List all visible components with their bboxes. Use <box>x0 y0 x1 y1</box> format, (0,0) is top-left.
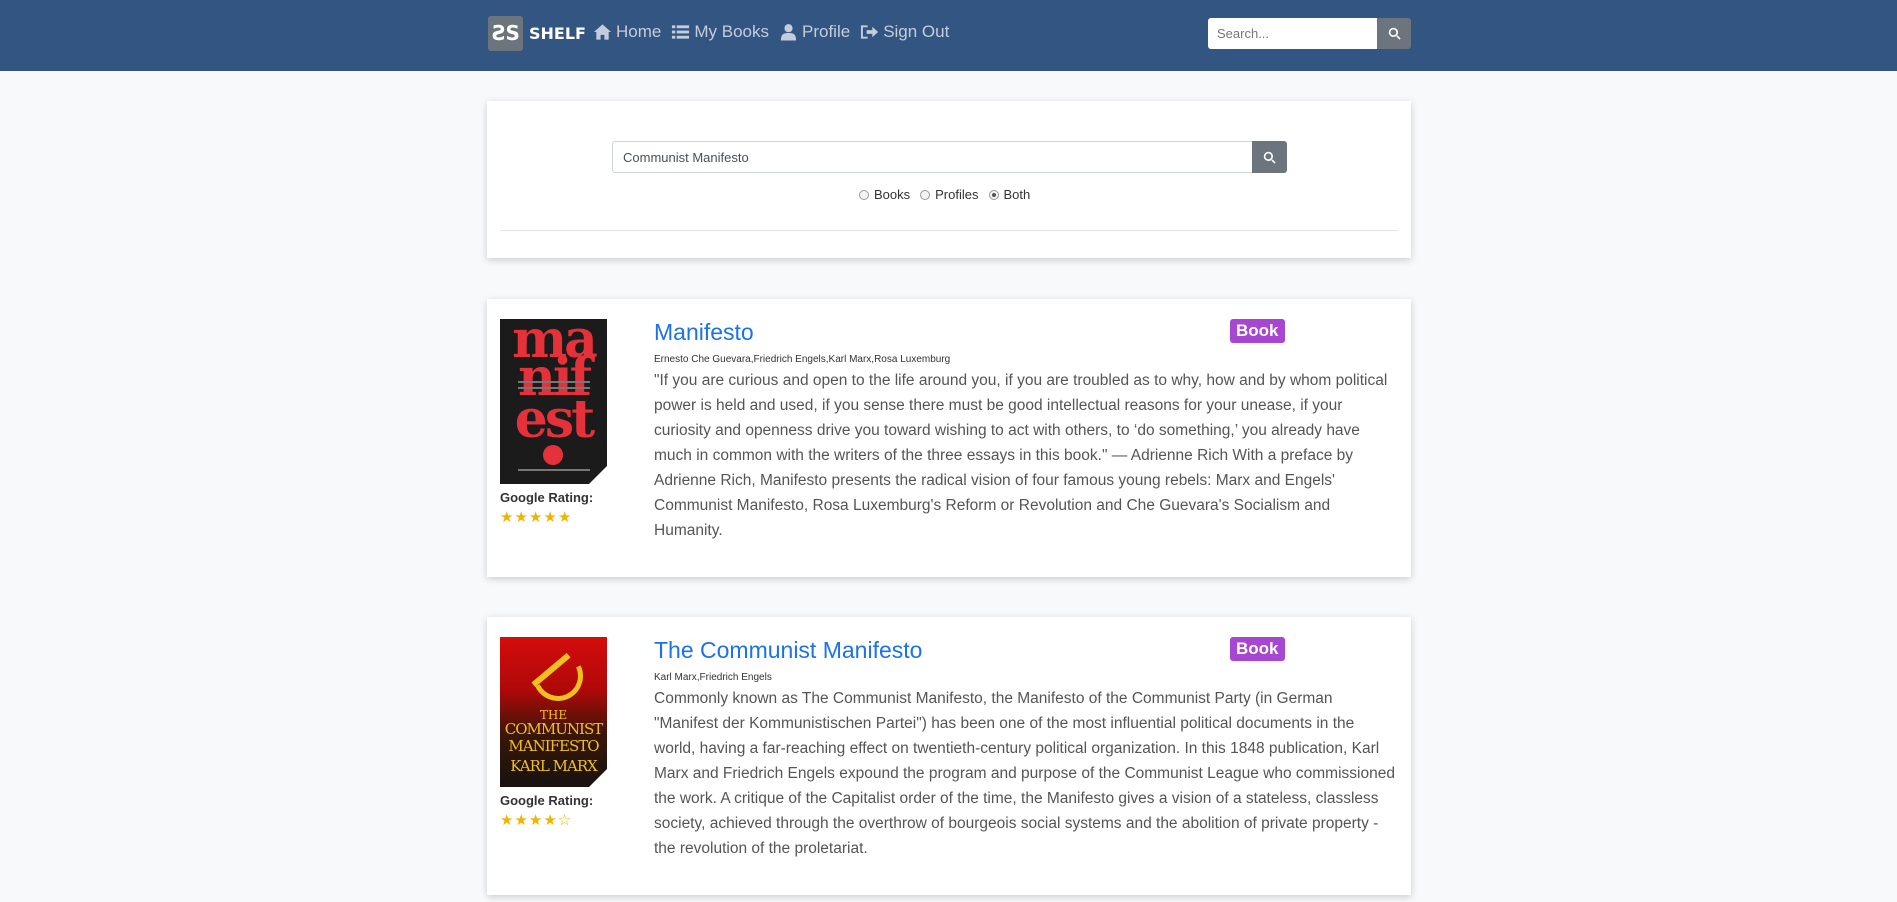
nav-my-books-link[interactable]: My Books <box>671 22 769 42</box>
nav-search-input[interactable] <box>1208 18 1377 49</box>
nav-search-button[interactable] <box>1377 18 1411 49</box>
star-filled-icon: ★ <box>514 812 529 829</box>
radio-profiles[interactable]: Profiles <box>920 187 979 202</box>
star-filled-icon: ★ <box>528 509 544 526</box>
book-authors: Ernesto Che Guevara,Friedrich Engels,Kar… <box>654 354 951 365</box>
radio-both[interactable]: Both <box>988 187 1031 202</box>
nav-links: Home My Books Profile Sign Out <box>593 22 949 42</box>
cover-text-decoration <box>518 381 590 383</box>
divider <box>500 230 1398 231</box>
star-filled-icon: ★ <box>500 509 515 526</box>
page-curl-icon <box>589 769 607 787</box>
radio-button[interactable] <box>920 189 931 200</box>
rating-label: Google Rating: <box>500 490 594 505</box>
brand-logo[interactable]: ƧS <box>488 15 523 51</box>
star-empty-icon: ☆ <box>557 812 573 829</box>
star-rating: ★★★★☆ <box>500 811 572 829</box>
nav-profile-label: Profile <box>802 22 851 41</box>
radio-books[interactable]: Books <box>859 187 910 202</box>
book-title-link[interactable]: The Communist Manifesto <box>654 637 922 664</box>
book-badge: Book <box>1230 637 1285 661</box>
nav-profile-link[interactable]: Profile <box>779 22 850 42</box>
nav-sign-out-label: Sign Out <box>883 22 950 41</box>
rating-label: Google Rating: <box>500 793 594 808</box>
search-type-options: Books Profiles Both <box>859 187 1030 202</box>
radio-profiles-label: Profiles <box>935 187 979 202</box>
brand[interactable]: ƧS SHELF <box>488 15 586 51</box>
main-search-button[interactable] <box>1252 141 1287 173</box>
sickle-icon <box>525 643 591 709</box>
cover-text-decoration <box>518 387 590 389</box>
cover-emblem <box>543 445 563 465</box>
home-icon <box>593 24 612 40</box>
cover-title-line: est <box>514 389 595 450</box>
star-filled-icon: ★ <box>543 509 558 526</box>
nav-sign-out-link[interactable]: Sign Out <box>860 22 949 42</box>
result-card: ma nif est Google Rating: ★★★★★ Manifest… <box>487 299 1411 577</box>
navbar: ƧS SHELF Home My Books Profile Sign Out <box>0 0 1897 71</box>
book-title-link[interactable]: Manifesto <box>654 319 754 346</box>
radio-both-label: Both <box>1003 187 1031 202</box>
result-card: THE COMMUNIST MANIFESTO KARL MARX Google… <box>487 617 1411 895</box>
nav-home-link[interactable]: Home <box>593 22 661 42</box>
radio-button[interactable] <box>859 189 869 200</box>
nav-search <box>1208 18 1411 49</box>
search-icon <box>1388 27 1401 40</box>
user-icon <box>780 24 797 41</box>
nav-home-label: Home <box>616 22 662 41</box>
brand-name[interactable]: SHELF <box>529 24 586 43</box>
star-filled-icon: ★ <box>543 812 558 829</box>
page-curl-icon <box>589 466 607 484</box>
search-icon <box>1263 151 1276 164</box>
book-authors: Karl Marx,Friedrich Engels <box>654 672 772 683</box>
book-badge: Book <box>1230 319 1285 343</box>
star-rating: ★★★★★ <box>500 508 572 526</box>
radio-books-label: Books <box>874 187 911 202</box>
list-icon <box>672 25 690 39</box>
star-filled-icon: ★ <box>528 812 544 829</box>
book-description: Commonly known as The Communist Manifest… <box>654 690 1395 857</box>
book-cover[interactable]: THE COMMUNIST MANIFESTO KARL MARX <box>500 637 607 787</box>
cover-title-line: MANIFESTO <box>508 737 599 755</box>
book-cover[interactable]: ma nif est <box>500 319 607 484</box>
main-search-input[interactable] <box>612 141 1252 173</box>
cover-title-line: COMMUNIST <box>504 720 603 738</box>
star-filled-icon: ★ <box>500 812 515 829</box>
star-filled-icon: ★ <box>514 509 529 526</box>
search-panel: Books Profiles Both <box>487 101 1411 258</box>
main-search <box>612 141 1287 173</box>
book-description: "If you are curious and open to the life… <box>654 372 1388 539</box>
sign-out-icon <box>861 25 879 39</box>
star-filled-icon: ★ <box>557 509 573 526</box>
nav-my-books-label: My Books <box>694 22 769 41</box>
radio-button[interactable] <box>988 189 999 200</box>
cover-text-decoration <box>518 469 590 471</box>
